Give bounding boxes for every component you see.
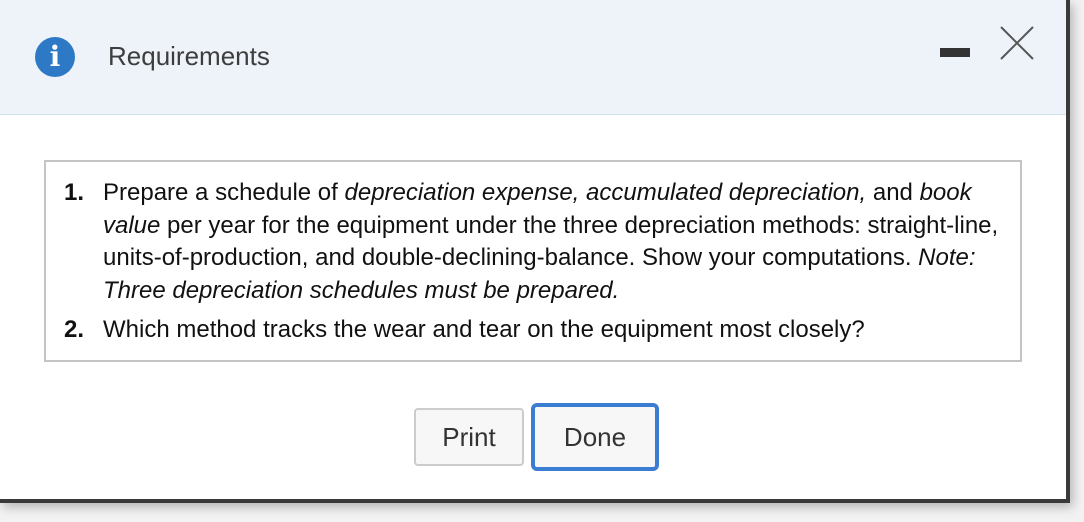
requirements-dialog: i Requirements 1. Prepare a schedule of … xyxy=(0,0,1070,503)
requirement-number: 2. xyxy=(64,316,85,343)
minimize-icon[interactable] xyxy=(940,38,974,68)
requirement-number: 1. xyxy=(64,179,85,206)
requirement-text: Prepare a schedule of depreciation expen… xyxy=(103,177,1013,307)
close-icon[interactable] xyxy=(998,24,1036,62)
requirement-text-part: and xyxy=(866,179,920,206)
minimize-bar xyxy=(940,48,970,57)
requirements-list: 1. Prepare a schedule of depreciation ex… xyxy=(44,160,1022,362)
requirement-text-part: per year for the equipment under the thr… xyxy=(103,211,999,272)
dialog-title: Requirements xyxy=(108,41,270,71)
close-x-glyph xyxy=(1000,26,1034,60)
requirement-text-part: Prepare a schedule of xyxy=(103,179,345,206)
requirement-emphasis: depreciation expense, accumulated deprec… xyxy=(344,179,867,206)
print-button[interactable]: Print xyxy=(414,408,524,466)
dialog-header: i Requirements xyxy=(0,0,1066,115)
done-button[interactable]: Done xyxy=(531,403,659,471)
info-icon: i xyxy=(35,37,75,77)
requirement-text: Which method tracks the wear and tear on… xyxy=(103,316,865,343)
